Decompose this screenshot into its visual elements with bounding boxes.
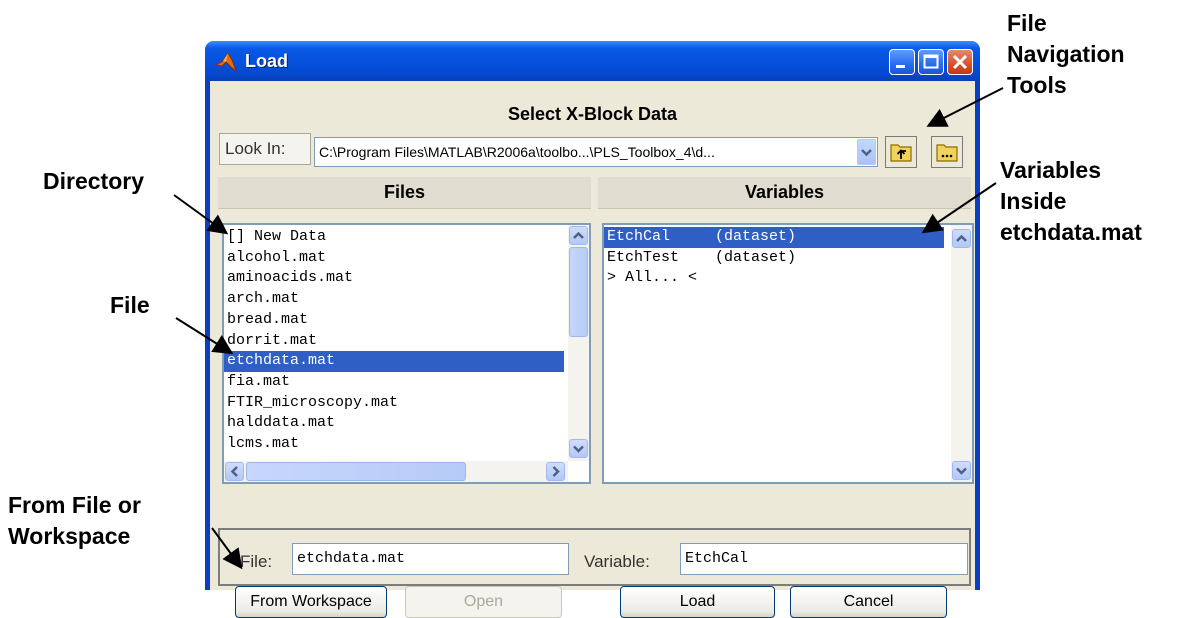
arrow-from-file bbox=[211, 527, 243, 570]
arrow-file bbox=[175, 317, 234, 355]
arrow-directory bbox=[173, 194, 229, 235]
cancel-button[interactable]: Cancel bbox=[790, 586, 947, 618]
arrow-variables-inside bbox=[921, 182, 997, 234]
from-workspace-button[interactable]: From Workspace bbox=[235, 586, 387, 618]
arrow-navigation-tools bbox=[926, 87, 1004, 127]
annotation-arrows bbox=[173, 87, 1004, 570]
open-button[interactable]: Open bbox=[405, 586, 562, 618]
load-button[interactable]: Load bbox=[620, 586, 775, 618]
